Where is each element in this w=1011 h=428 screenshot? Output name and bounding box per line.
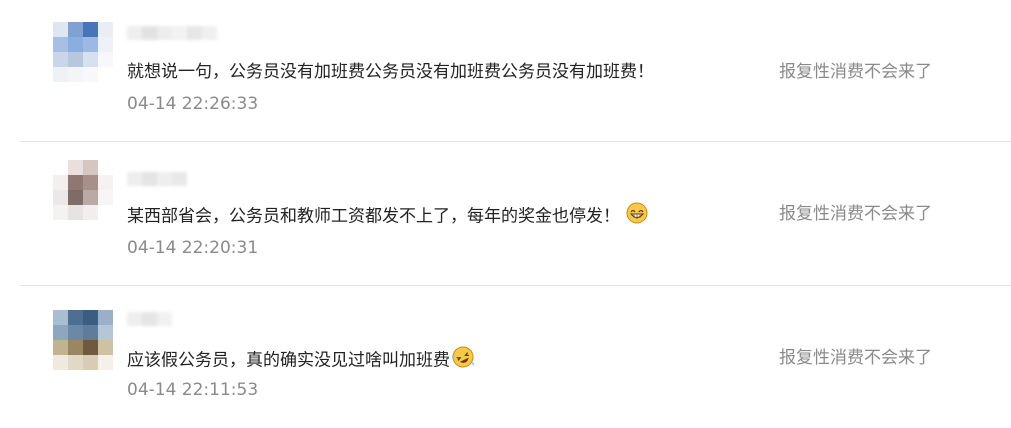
username-blurred[interactable]	[127, 312, 172, 340]
grinning-face-icon	[626, 202, 648, 231]
comment-action-link[interactable]: 报复性消费不会来了	[779, 202, 932, 226]
comment-text-content: 就想说一句，公务员没有加班费公务员没有加班费公务员没有加班费！	[127, 62, 654, 82]
comment-item: 某西部省会，公务员和教师工资都发不上了，每年的奖金也停发！ 04-14 22:2…	[0, 142, 1011, 284]
comment-timestamp: 04-14 22:26:33	[127, 94, 259, 114]
comment-text-content: 应该假公务员，真的确实没见过啥叫加班费	[127, 350, 450, 371]
comment-timestamp: 04-14 22:11:53	[127, 380, 259, 400]
avatar[interactable]	[53, 160, 113, 220]
comment-text-content: 某西部省会，公务员和教师工资都发不上了，每年的奖金也停发！	[127, 206, 620, 227]
avatar[interactable]	[53, 22, 113, 82]
rolling-laughing-face-icon	[451, 346, 475, 375]
comment-text: 应该假公务员，真的确实没见过啥叫加班费	[127, 346, 475, 375]
comment-action-link[interactable]: 报复性消费不会来了	[779, 346, 932, 370]
comment-item: 就想说一句，公务员没有加班费公务员没有加班费公务员没有加班费！ 04-14 22…	[0, 0, 1011, 142]
comment-action-link[interactable]: 报复性消费不会来了	[779, 60, 932, 84]
avatar[interactable]	[53, 310, 113, 370]
comment-text: 某西部省会，公务员和教师工资都发不上了，每年的奖金也停发！	[127, 202, 648, 231]
comment-item: 应该假公务员，真的确实没见过啥叫加班费 04-14 22:11:53 报复性消费…	[0, 286, 1011, 428]
username-blurred[interactable]	[127, 172, 187, 200]
username-blurred[interactable]	[127, 26, 217, 54]
comment-text: 就想说一句，公务员没有加班费公务员没有加班费公务员没有加班费！	[127, 60, 654, 84]
comment-timestamp: 04-14 22:20:31	[127, 238, 259, 258]
